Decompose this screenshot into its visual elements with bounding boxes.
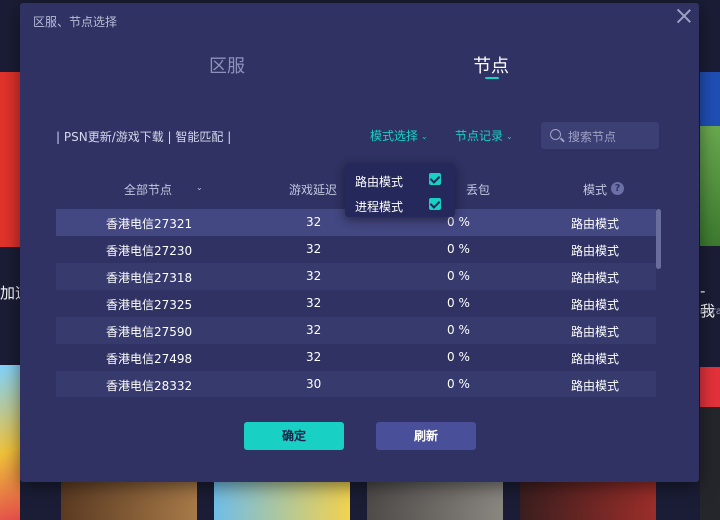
background-game-subtitle: ecra bbox=[700, 306, 720, 317]
cell-loss: 0 % bbox=[447, 296, 470, 310]
search-icon bbox=[550, 129, 561, 140]
cell-loss: 0 % bbox=[447, 269, 470, 283]
search-box bbox=[541, 122, 660, 149]
mode-select-label: 模式选择 bbox=[370, 129, 419, 143]
cell-latency: 30 bbox=[306, 377, 322, 391]
dialog-title: 区服、节点选择 bbox=[33, 15, 118, 29]
table-row[interactable]: 香港电信28332 30 0 % 路由模式 bbox=[56, 371, 656, 397]
cell-latency: 32 bbox=[306, 215, 322, 229]
chevron-down-icon: ⌄ bbox=[506, 132, 513, 141]
route-mode-checkbox[interactable] bbox=[429, 173, 441, 185]
cell-node: 香港电信27230 bbox=[106, 244, 193, 258]
process-mode-checkbox[interactable] bbox=[429, 198, 441, 210]
popup-item-process-mode[interactable]: 进程模式 bbox=[355, 198, 403, 215]
cell-mode: 路由模式 bbox=[571, 352, 620, 366]
chevron-down-icon: ⌄ bbox=[421, 132, 428, 141]
active-tab-indicator bbox=[485, 77, 499, 79]
background-game-tile bbox=[0, 365, 20, 520]
node-table: 香港电信27321 32 0 % 路由模式 香港电信27230 32 0 % 路… bbox=[56, 209, 656, 397]
cell-latency: 32 bbox=[306, 323, 322, 337]
background-game-tile bbox=[0, 72, 20, 247]
column-header-loss: 丢包 bbox=[466, 183, 491, 197]
cell-loss: 0 % bbox=[447, 215, 470, 229]
cell-node: 香港电信27325 bbox=[106, 298, 193, 312]
popup-item-route-mode[interactable]: 路由模式 bbox=[355, 173, 403, 190]
table-row[interactable]: 香港电信27498 32 0 % 路由模式 bbox=[56, 344, 656, 371]
cell-mode: 路由模式 bbox=[571, 244, 620, 258]
cell-loss: 0 % bbox=[447, 350, 470, 364]
column-header-node: 全部节点 bbox=[124, 183, 173, 197]
cell-node: 香港电信27590 bbox=[106, 325, 193, 339]
cell-loss: 0 % bbox=[447, 323, 470, 337]
cell-node: 香港电信27318 bbox=[106, 271, 193, 285]
background-game-tile bbox=[367, 482, 503, 520]
cell-mode: 路由模式 bbox=[571, 217, 620, 231]
node-record-dropdown[interactable]: 节点记录 ⌄ bbox=[455, 127, 513, 144]
column-header-latency: 游戏延迟 bbox=[289, 183, 338, 197]
cell-node: 香港电信27321 bbox=[106, 217, 193, 231]
cell-mode: 路由模式 bbox=[571, 298, 620, 312]
background-game-tile bbox=[700, 367, 720, 407]
tab-region[interactable]: 区服 bbox=[209, 52, 245, 78]
background-game-tile bbox=[214, 482, 350, 520]
background-game-tile bbox=[700, 407, 720, 520]
column-header-mode: 模式 bbox=[583, 183, 608, 197]
tab-node[interactable]: 节点 bbox=[473, 52, 509, 78]
cell-latency: 32 bbox=[306, 269, 322, 283]
cell-loss: 0 % bbox=[447, 377, 470, 391]
background-game-tile bbox=[700, 72, 720, 126]
cell-loss: 0 % bbox=[447, 242, 470, 256]
cell-mode: 路由模式 bbox=[571, 379, 620, 393]
help-icon[interactable]: ? bbox=[611, 182, 624, 195]
region-info-text: | PSN更新/游戏下载 | 智能匹配 | bbox=[56, 130, 232, 144]
background-game-tile bbox=[61, 482, 197, 520]
cell-node: 香港电信28332 bbox=[106, 379, 193, 393]
table-row[interactable]: 香港电信27230 32 0 % 路由模式 bbox=[56, 236, 656, 263]
cell-latency: 32 bbox=[306, 350, 322, 364]
sort-chevron-icon[interactable]: ⌄ bbox=[196, 183, 203, 192]
mode-select-popup: 路由模式 进程模式 bbox=[345, 163, 455, 217]
table-row[interactable]: 香港电信27590 32 0 % 路由模式 bbox=[56, 317, 656, 344]
cell-node: 香港电信27498 bbox=[106, 352, 193, 366]
cell-latency: 32 bbox=[306, 242, 322, 256]
node-record-label: 节点记录 bbox=[455, 129, 504, 143]
search-input[interactable] bbox=[566, 126, 660, 147]
background-game-tile bbox=[520, 482, 656, 520]
mode-select-dropdown[interactable]: 模式选择 ⌄ bbox=[370, 127, 428, 144]
server-node-dialog: 区服、节点选择 区服 节点 | PSN更新/游戏下载 | 智能匹配 | 模式选择… bbox=[20, 3, 699, 482]
cell-mode: 路由模式 bbox=[571, 271, 620, 285]
background-game-tile bbox=[700, 126, 720, 246]
close-icon[interactable] bbox=[676, 8, 692, 24]
cell-mode: 路由模式 bbox=[571, 325, 620, 339]
refresh-button[interactable]: 刷新 bbox=[376, 422, 476, 450]
confirm-button[interactable]: 确定 bbox=[244, 422, 344, 450]
table-scrollbar[interactable] bbox=[656, 209, 661, 269]
table-row[interactable]: 香港电信27318 32 0 % 路由模式 bbox=[56, 263, 656, 290]
cell-latency: 32 bbox=[306, 296, 322, 310]
table-row[interactable]: 香港电信27325 32 0 % 路由模式 bbox=[56, 290, 656, 317]
